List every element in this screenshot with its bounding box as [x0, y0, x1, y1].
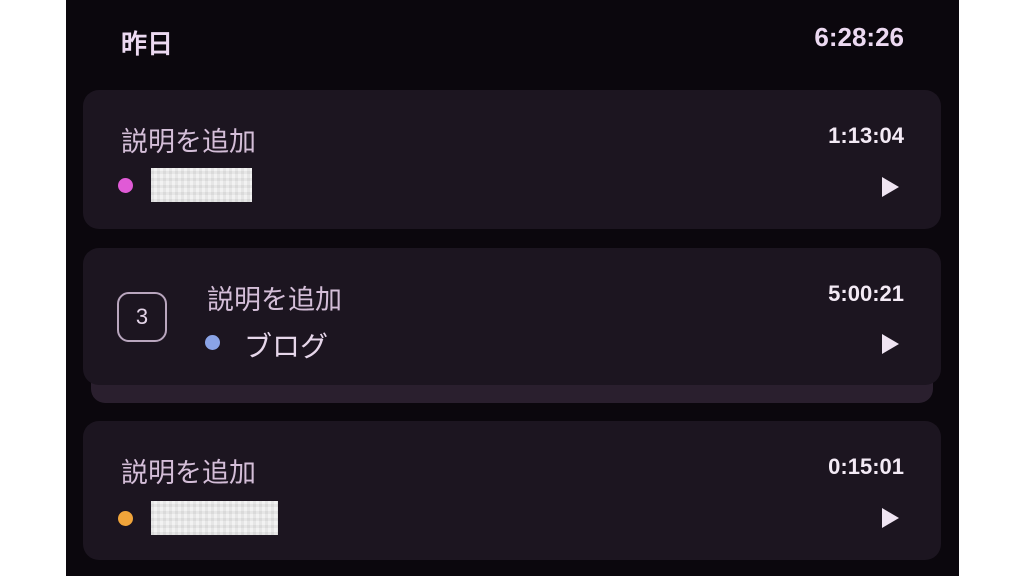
play-icon[interactable] — [882, 334, 899, 354]
entry-description[interactable]: 説明を追加 — [207, 278, 342, 317]
time-entry-card[interactable]: 説明を追加 1:13:04 — [83, 90, 941, 229]
time-entries-screen: 昨日 6:28:26 説明を追加 1:13:04 3 説明を追加 5:00:21… — [66, 0, 959, 576]
project-label: ブログ — [244, 330, 329, 363]
play-icon[interactable] — [882, 508, 899, 528]
entry-duration: 1:13:04 — [828, 123, 904, 148]
redacted-project-label — [151, 501, 278, 535]
play-icon[interactable] — [882, 177, 899, 197]
project-color-dot — [205, 335, 220, 350]
redacted-project-label — [151, 168, 252, 202]
entry-description[interactable]: 説明を追加 — [121, 120, 256, 159]
time-entry-card[interactable]: 説明を追加 0:15:01 — [83, 421, 941, 560]
project-color-dot — [118, 178, 133, 193]
grouped-time-entry-card[interactable]: 3 説明を追加 5:00:21 ブログ — [83, 248, 941, 385]
day-total-duration: 6:28:26 — [814, 22, 904, 52]
project-color-dot — [118, 511, 133, 526]
entry-description[interactable]: 説明を追加 — [121, 451, 256, 490]
entry-duration: 5:00:21 — [828, 281, 904, 306]
group-count-badge[interactable]: 3 — [117, 292, 167, 342]
entry-duration: 0:15:01 — [828, 454, 904, 479]
day-title: 昨日 — [121, 30, 174, 60]
day-group-header: 昨日 6:28:26 — [66, 0, 959, 80]
